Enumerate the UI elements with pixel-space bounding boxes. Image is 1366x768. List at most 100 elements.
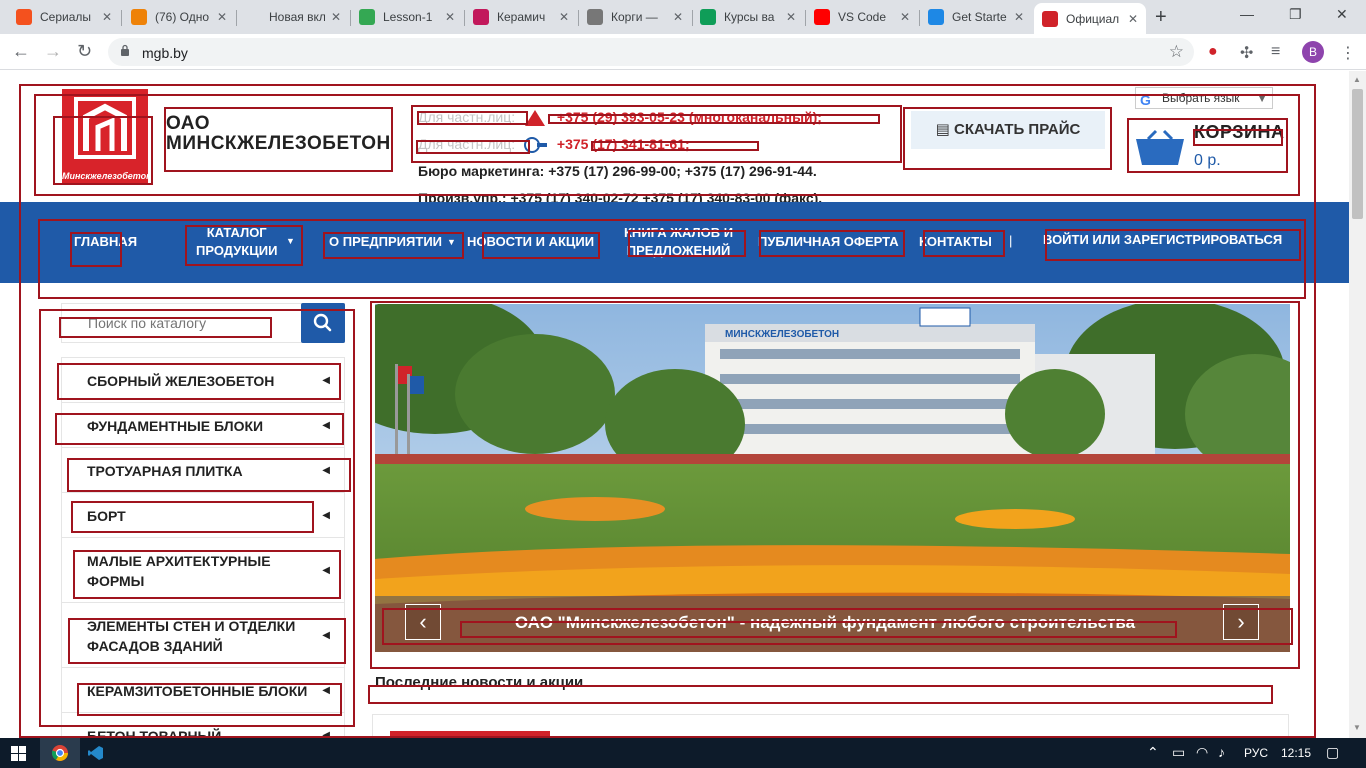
- close-tab-icon[interactable]: ✕: [331, 10, 341, 24]
- annotation-box: [482, 232, 600, 259]
- browser-tab-title: Сериалы: [40, 10, 92, 24]
- browser-toolbar: ← → ↻ mgb.by ☆ ● ✣ ≡ B ⋮: [0, 34, 1366, 70]
- back-icon[interactable]: ←: [12, 41, 30, 62]
- minimize-icon[interactable]: —: [1240, 6, 1254, 22]
- annotation-box: [460, 621, 1177, 638]
- close-tab-icon[interactable]: ✕: [673, 10, 683, 24]
- scroll-up-icon[interactable]: ▲: [1353, 75, 1361, 84]
- tab-separator: [121, 10, 122, 26]
- browser-tab[interactable]: VS Code ✕: [806, 5, 918, 29]
- annotation-box: [68, 618, 346, 664]
- youtube-icon: [814, 9, 830, 25]
- annotation-box: [1045, 229, 1301, 261]
- browser-tab-title: Официал: [1066, 11, 1120, 26]
- menu-kebab-icon[interactable]: ⋮: [1340, 43, 1356, 63]
- bookmark-star-icon[interactable]: ☆: [1169, 42, 1184, 62]
- annotation-box: [417, 111, 528, 125]
- new-tab-button[interactable]: +: [1155, 6, 1167, 29]
- annotation-box: [923, 230, 1005, 257]
- url-text: mgb.by: [142, 45, 188, 61]
- browser-tab-title: Get Starte: [952, 10, 1007, 24]
- annotation-box: [70, 232, 122, 267]
- blank-tab-icon: [245, 9, 261, 25]
- browser-tab[interactable]: Lesson-1 ✕: [351, 5, 463, 29]
- browser-tab[interactable]: Керамич ✕: [465, 5, 577, 29]
- browser-tab[interactable]: Курсы ва ✕: [692, 5, 804, 29]
- close-tab-icon[interactable]: ✕: [1014, 10, 1024, 24]
- page-scrollbar[interactable]: ▲ ▼: [1349, 71, 1366, 738]
- annotation-box: [548, 114, 880, 124]
- close-tab-icon[interactable]: ✕: [559, 10, 569, 24]
- annotation-box: [164, 107, 393, 172]
- annotation-box: [1193, 129, 1283, 146]
- browser-tab[interactable]: Официал ✕: [1034, 3, 1146, 34]
- browser-tab-title: (76) Одно: [155, 10, 210, 24]
- annotation-box: [55, 413, 344, 445]
- notifications-icon[interactable]: ▢: [1326, 744, 1339, 761]
- close-tab-icon[interactable]: ✕: [217, 10, 227, 24]
- vscode-icon: [88, 746, 103, 760]
- browser-tab-title: Керамич: [497, 10, 546, 24]
- annotation-box: [67, 458, 351, 492]
- chrome-icon: [52, 745, 68, 761]
- browser-tab-title: VS Code: [838, 10, 887, 24]
- browser-tab[interactable]: Корги — ✕: [579, 5, 691, 29]
- annotation-box: [323, 232, 464, 259]
- tray-chevron-up-icon[interactable]: ⌃: [1147, 744, 1159, 761]
- browser-tab-title: Курсы ва: [724, 10, 775, 24]
- browser-tab[interactable]: (76) Одно ✕: [123, 5, 235, 29]
- media-queue-icon[interactable]: ≡: [1271, 43, 1280, 61]
- corgi-icon: [587, 9, 603, 25]
- reload-icon[interactable]: ↻: [77, 41, 92, 62]
- extensions-puzzle-icon[interactable]: ✣: [1240, 43, 1253, 63]
- odnoklassniki-icon: [131, 9, 147, 25]
- volume-icon[interactable]: ♪: [1218, 744, 1225, 760]
- annotation-box: [759, 230, 905, 257]
- browser-tab-title: Новая вкладк: [269, 10, 325, 24]
- address-bar[interactable]: mgb.by ☆: [108, 38, 1194, 66]
- annotation-box: [591, 141, 759, 151]
- maximize-icon[interactable]: ❐: [1289, 6, 1302, 23]
- browser-tab-title: Корги —: [611, 10, 658, 24]
- annotation-box: [628, 230, 746, 257]
- close-tab-icon[interactable]: ✕: [445, 10, 455, 24]
- fox-icon: [16, 9, 32, 25]
- browser-tab-title: Lesson-1: [383, 10, 433, 24]
- close-tab-icon[interactable]: ✕: [1128, 12, 1138, 26]
- clock-time[interactable]: 12:15: [1281, 746, 1311, 760]
- browser-tab-bar: Сериалы ✕ (76) Одно ✕ Новая вкладк ✕ Lesson-1 ✕…: [0, 0, 1366, 34]
- close-tab-icon[interactable]: ✕: [786, 10, 796, 24]
- forward-icon[interactable]: →: [44, 41, 62, 62]
- taskbar-vscode-slot[interactable]: [86, 738, 106, 768]
- scroll-down-icon[interactable]: ▼: [1353, 723, 1361, 732]
- web-page: Минскжелезобетон ОАО МИНСКЖЕЛЕЗОБЕТОН Дл…: [0, 71, 1366, 738]
- annotation-box: [903, 107, 1112, 170]
- battery-icon[interactable]: ▭: [1172, 744, 1185, 761]
- annotation-box: [59, 317, 272, 338]
- ceramic-site-icon: [473, 9, 489, 25]
- annotation-box: [71, 501, 314, 533]
- opera-ext-icon[interactable]: ●: [1208, 43, 1218, 61]
- close-window-icon[interactable]: ✕: [1336, 6, 1348, 23]
- browser-tab[interactable]: Get Starte ✕: [920, 5, 1032, 29]
- annotation-box: [416, 140, 530, 154]
- annotation-box: [73, 550, 341, 599]
- input-language[interactable]: РУС: [1244, 746, 1268, 760]
- taskbar-chrome-slot[interactable]: [40, 738, 80, 768]
- annotation-box: [185, 225, 303, 266]
- windows-start-icon[interactable]: [11, 746, 26, 761]
- lock-icon: [121, 44, 129, 56]
- windows-taskbar: ⌃ ▭ ◠ ♪ РУС 12:15 ▢: [0, 738, 1366, 768]
- close-tab-icon[interactable]: ✕: [102, 10, 112, 24]
- google-drive-icon: [359, 9, 375, 25]
- browser-tab[interactable]: Сериалы ✕: [8, 5, 120, 29]
- close-tab-icon[interactable]: ✕: [900, 10, 910, 24]
- profile-avatar[interactable]: B: [1302, 41, 1324, 63]
- scrollbar-thumb[interactable]: [1352, 89, 1363, 219]
- vscode-icon: [928, 9, 944, 25]
- mgb-icon: [1042, 10, 1058, 27]
- annotation-box: [57, 363, 341, 400]
- annotation-box: [77, 683, 342, 716]
- browser-tab[interactable]: Новая вкладк ✕: [237, 5, 349, 29]
- wifi-icon[interactable]: ◠: [1196, 744, 1208, 761]
